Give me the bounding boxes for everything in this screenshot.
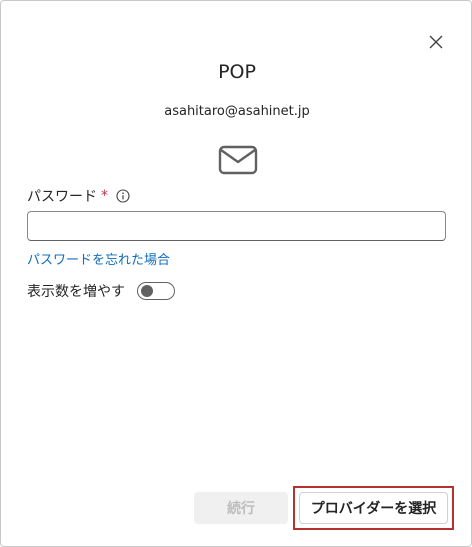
close-button[interactable] xyxy=(425,31,447,53)
account-email: asahitaro@asahinet.jp xyxy=(164,104,310,119)
continue-button[interactable]: 続行 xyxy=(194,492,288,524)
password-label: パスワード xyxy=(27,189,97,205)
password-input[interactable] xyxy=(27,211,446,241)
choose-provider-button[interactable]: プロバイダーを選択 xyxy=(299,492,448,524)
password-label-row: パスワード * xyxy=(27,186,130,206)
show-more-label: 表示数を増やす xyxy=(27,284,125,300)
toggle-knob xyxy=(141,285,153,297)
show-more-row: 表示数を増やす xyxy=(27,281,175,301)
mail-icon xyxy=(218,145,258,175)
info-icon[interactable] xyxy=(116,189,130,203)
dialog-title: POP xyxy=(218,61,256,83)
required-mark: * xyxy=(101,188,108,204)
close-icon xyxy=(429,35,443,49)
pop-dialog: POP asahitaro@asahinet.jp パスワード * パスワードを… xyxy=(0,0,472,547)
show-more-toggle[interactable] xyxy=(137,282,175,300)
forgot-password-link[interactable]: パスワードを忘れた場合 xyxy=(27,249,170,268)
